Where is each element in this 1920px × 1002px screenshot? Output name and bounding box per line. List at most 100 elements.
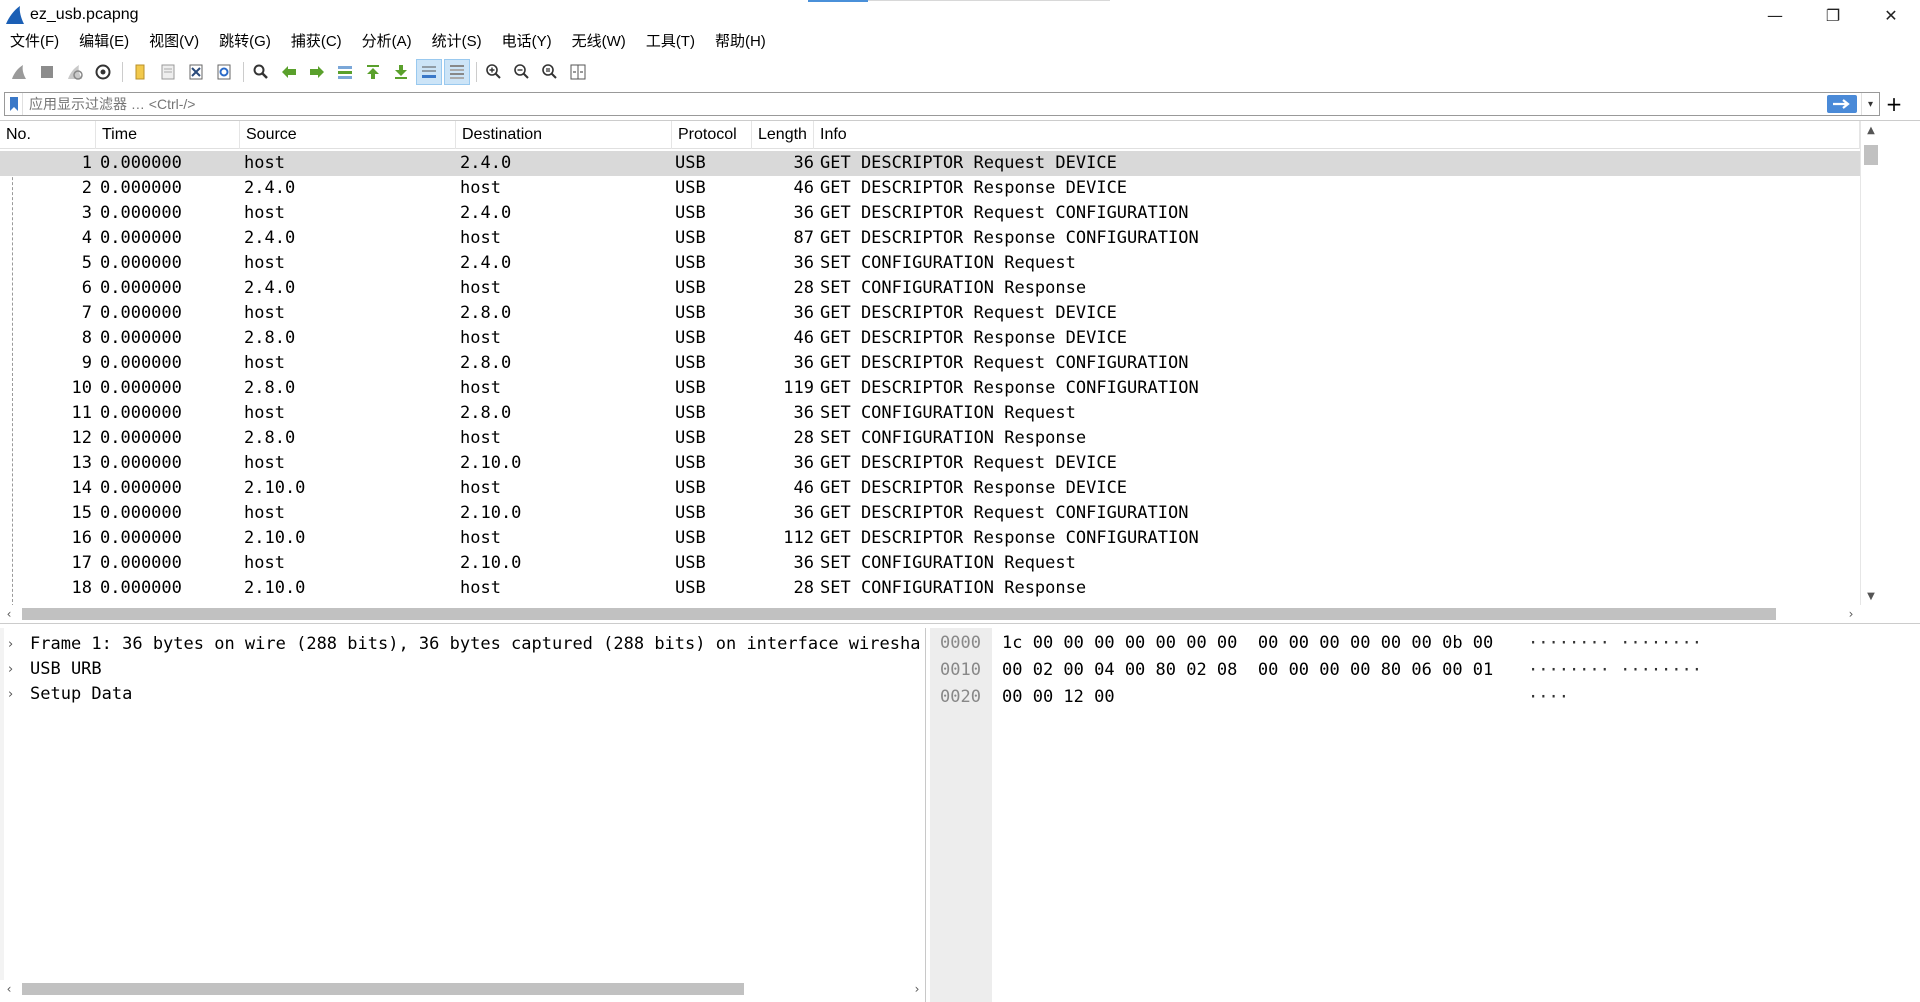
menu-item[interactable]: 捕获(C) xyxy=(281,30,352,54)
packet-row[interactable]: 3 0.000000 host 2.4.0 USB 36 GET DESCRIPTOR Re… xyxy=(0,201,1860,226)
hex-bytes[interactable]: 00 02 00 04 00 80 02 08 00 00 00 00 80 0… xyxy=(1002,657,1493,684)
detail-tree-item[interactable]: › Frame 1: 36 bytes on wire (288 bits), 3… xyxy=(0,632,925,657)
auto-scroll-icon[interactable] xyxy=(416,59,442,85)
col-protocol-header[interactable]: Protocol xyxy=(672,121,752,149)
packet-row[interactable]: 11 0.000000 host 2.8.0 USB 36 SET CONFIGURATIO… xyxy=(0,401,1860,426)
col-source-cell: 2.10.0 xyxy=(244,578,306,598)
byte-offset: 0010 xyxy=(940,660,981,680)
col-destination-header[interactable]: Destination xyxy=(456,121,672,149)
col-time-cell: 0.000000 xyxy=(100,328,182,348)
menu-item[interactable]: 工具(T) xyxy=(636,30,705,54)
open-file-icon[interactable] xyxy=(127,59,153,85)
packet-row[interactable]: 15 0.000000 host 2.10.0 USB 36 GET DESCRIPTOR … xyxy=(0,501,1860,526)
scroll-right-icon[interactable]: › xyxy=(1842,605,1860,623)
display-filter-input[interactable] xyxy=(23,94,1827,114)
col-source-header[interactable]: Source xyxy=(240,121,456,149)
stop-capture-icon[interactable] xyxy=(34,59,60,85)
start-capture-icon[interactable] xyxy=(6,59,32,85)
scroll-thumb[interactable] xyxy=(1864,145,1878,165)
col-no-cell: 9 xyxy=(81,353,92,373)
go-to-packet-icon[interactable] xyxy=(332,59,358,85)
hex-bytes[interactable]: 00 00 12 00 xyxy=(1002,684,1115,711)
menu-item[interactable]: 无线(W) xyxy=(562,30,636,54)
col-length-header[interactable]: Length xyxy=(752,121,814,149)
detail-tree-item[interactable]: › USB URB xyxy=(0,657,925,682)
packet-list-horizontal-scrollbar[interactable]: ‹ › xyxy=(0,605,1860,623)
bytes-row[interactable]: 0010 00 02 00 04 00 80 02 08 00 00 00 00 … xyxy=(930,657,1920,684)
go-back-icon[interactable] xyxy=(276,59,302,85)
col-time-header[interactable]: Time xyxy=(96,121,240,149)
ascii-bytes[interactable]: ········ ········ xyxy=(1528,630,1702,657)
menu-item[interactable]: 分析(A) xyxy=(352,30,422,54)
scroll-thumb[interactable] xyxy=(22,608,1776,620)
col-source-cell: host xyxy=(244,353,285,373)
packet-row[interactable]: 10 0.000000 2.8.0 host USB 119 GET DESCRIPTOR … xyxy=(0,376,1860,401)
expand-chevron-icon[interactable]: › xyxy=(8,657,22,682)
packet-row[interactable]: 1 0.000000 host 2.4.0 USB 36 GET DESCRIPTOR Re… xyxy=(0,151,1860,176)
filter-history-dropdown-icon[interactable]: ▾ xyxy=(1861,93,1879,115)
go-last-icon[interactable] xyxy=(388,59,414,85)
packet-row[interactable]: 5 0.000000 host 2.4.0 USB 36 SET CONFIGURATION… xyxy=(0,251,1860,276)
menu-item[interactable]: 跳转(G) xyxy=(209,30,281,54)
menu-item[interactable]: 电话(Y) xyxy=(492,30,562,54)
packet-row[interactable]: 17 0.000000 host 2.10.0 USB 36 SET CONFIGURATI… xyxy=(0,551,1860,576)
packet-row[interactable]: 13 0.000000 host 2.10.0 USB 36 GET DESCRIPTOR … xyxy=(0,451,1860,476)
ascii-bytes[interactable]: ········ ········ xyxy=(1528,657,1702,684)
save-file-icon[interactable] xyxy=(155,59,181,85)
packet-row[interactable]: 6 0.000000 2.4.0 host USB 28 SET CONFIGURATION… xyxy=(0,276,1860,301)
packet-row[interactable]: 9 0.000000 host 2.8.0 USB 36 GET DESCRIPTOR Re… xyxy=(0,351,1860,376)
restart-capture-icon[interactable] xyxy=(62,59,88,85)
expand-chevron-icon[interactable]: › xyxy=(8,682,22,707)
expand-chevron-icon[interactable]: › xyxy=(8,632,22,657)
apply-filter-arrow-icon[interactable] xyxy=(1827,95,1857,113)
bytes-row[interactable]: 0000 1c 00 00 00 00 00 00 00 00 00 00 00 … xyxy=(930,630,1920,657)
capture-options-icon[interactable] xyxy=(90,59,116,85)
go-first-icon[interactable] xyxy=(360,59,386,85)
packet-row[interactable]: 2 0.000000 2.4.0 host USB 46 GET DESCRIPTOR Re… xyxy=(0,176,1860,201)
menu-item[interactable]: 编辑(E) xyxy=(69,30,139,54)
packet-row[interactable]: 8 0.000000 2.8.0 host USB 46 GET DESCRIPTOR Re… xyxy=(0,326,1860,351)
go-forward-icon[interactable] xyxy=(304,59,330,85)
packet-row[interactable]: 7 0.000000 host 2.8.0 USB 36 GET DESCRIPTOR Re… xyxy=(0,301,1860,326)
col-no-header[interactable]: No. xyxy=(0,121,96,149)
zoom-in-icon[interactable] xyxy=(481,59,507,85)
bytes-row[interactable]: 0020 00 00 12 00 ···· xyxy=(930,684,1920,711)
menu-item[interactable]: 统计(S) xyxy=(422,30,492,54)
scroll-thumb[interactable] xyxy=(22,983,744,995)
packet-row[interactable]: 4 0.000000 2.4.0 host USB 87 GET DESCRIPTOR Re… xyxy=(0,226,1860,251)
ascii-bytes[interactable]: ···· xyxy=(1528,684,1569,711)
packet-row[interactable]: 18 0.000000 2.10.0 host USB 28 SET CONFIGURATI… xyxy=(0,576,1860,601)
col-no-cell: 12 xyxy=(71,428,92,448)
find-packet-icon[interactable] xyxy=(248,59,274,85)
col-length-cell: 36 xyxy=(793,553,814,573)
col-info-header[interactable]: Info xyxy=(814,121,1860,149)
zoom-out-icon[interactable] xyxy=(509,59,535,85)
col-length-cell: 28 xyxy=(793,278,814,298)
scroll-left-icon[interactable]: ‹ xyxy=(0,980,18,998)
detail-tree-item[interactable]: › Setup Data xyxy=(0,682,925,707)
scroll-down-icon[interactable]: ▼ xyxy=(1861,587,1881,605)
menu-item[interactable]: 帮助(H) xyxy=(705,30,776,54)
normal-size-icon[interactable] xyxy=(537,59,563,85)
scroll-up-icon[interactable]: ▲ xyxy=(1861,121,1881,139)
details-horizontal-scrollbar[interactable]: ‹ › xyxy=(0,980,925,998)
col-info-cell: GET DESCRIPTOR Response CONFIGURATION xyxy=(820,378,1199,398)
packet-row[interactable]: 12 0.000000 2.8.0 host USB 28 SET CONFIGURATIO… xyxy=(0,426,1860,451)
resize-columns-icon[interactable] xyxy=(565,59,591,85)
minimize-button[interactable]: — xyxy=(1746,0,1804,30)
scroll-left-icon[interactable]: ‹ xyxy=(0,605,18,623)
reload-file-icon[interactable] xyxy=(211,59,237,85)
close-file-icon[interactable] xyxy=(183,59,209,85)
filter-bookmark-icon[interactable] xyxy=(5,93,23,115)
restore-button[interactable]: ❐ xyxy=(1804,0,1862,30)
packet-list-vertical-scrollbar[interactable]: ▲ ▼ xyxy=(1860,121,1880,605)
colorize-icon[interactable] xyxy=(444,59,470,85)
hex-bytes[interactable]: 1c 00 00 00 00 00 00 00 00 00 00 00 00 0… xyxy=(1002,630,1493,657)
add-filter-button[interactable]: + xyxy=(1882,92,1906,116)
close-button[interactable]: ✕ xyxy=(1862,0,1920,30)
packet-row[interactable]: 16 0.000000 2.10.0 host USB 112 GET DESCRIPTOR… xyxy=(0,526,1860,551)
menu-item[interactable]: 文件(F) xyxy=(0,30,69,54)
scroll-right-icon[interactable]: › xyxy=(908,980,925,998)
menu-item[interactable]: 视图(V) xyxy=(139,30,209,54)
packet-row[interactable]: 14 0.000000 2.10.0 host USB 46 GET DESCRIPTOR … xyxy=(0,476,1860,501)
